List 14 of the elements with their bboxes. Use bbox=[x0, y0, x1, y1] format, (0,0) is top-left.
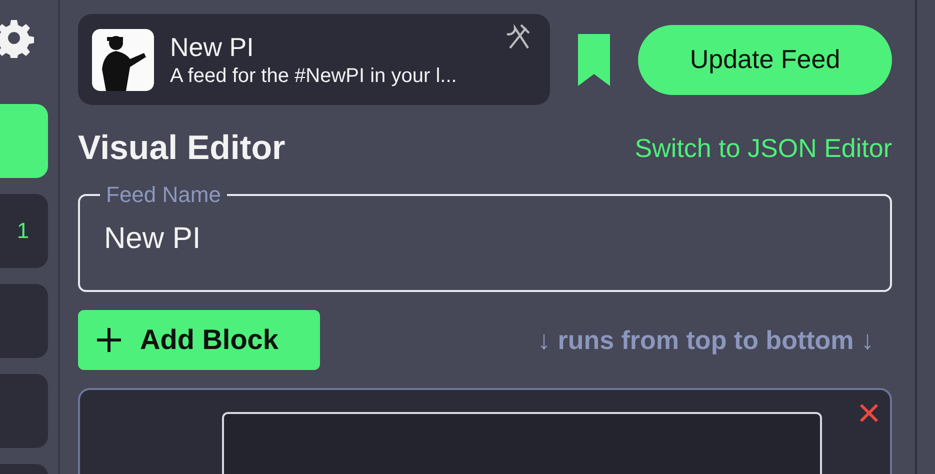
add-block-button[interactable]: Add Block bbox=[78, 310, 320, 370]
sidebar-item[interactable]: 1 bbox=[0, 194, 48, 268]
settings-icon[interactable] bbox=[0, 18, 34, 58]
bookmark-icon[interactable] bbox=[578, 34, 610, 86]
update-feed-button[interactable]: Update Feed bbox=[638, 24, 892, 94]
count-label: 1 bbox=[16, 218, 30, 244]
feed-card[interactable]: New PI A feed for the #NewPI in your l... bbox=[78, 14, 550, 105]
switch-editor-link[interactable]: Switch to JSON Editor bbox=[634, 133, 892, 164]
plus-icon bbox=[96, 327, 122, 353]
feed-description: A feed for the #NewPI in your l... bbox=[170, 64, 457, 88]
order-hint: ↓ runs from top to bottom ↓ bbox=[537, 324, 874, 356]
feed-title: New PI bbox=[170, 32, 255, 62]
close-icon[interactable] bbox=[858, 402, 880, 424]
section-title: Visual Editor bbox=[78, 129, 286, 168]
